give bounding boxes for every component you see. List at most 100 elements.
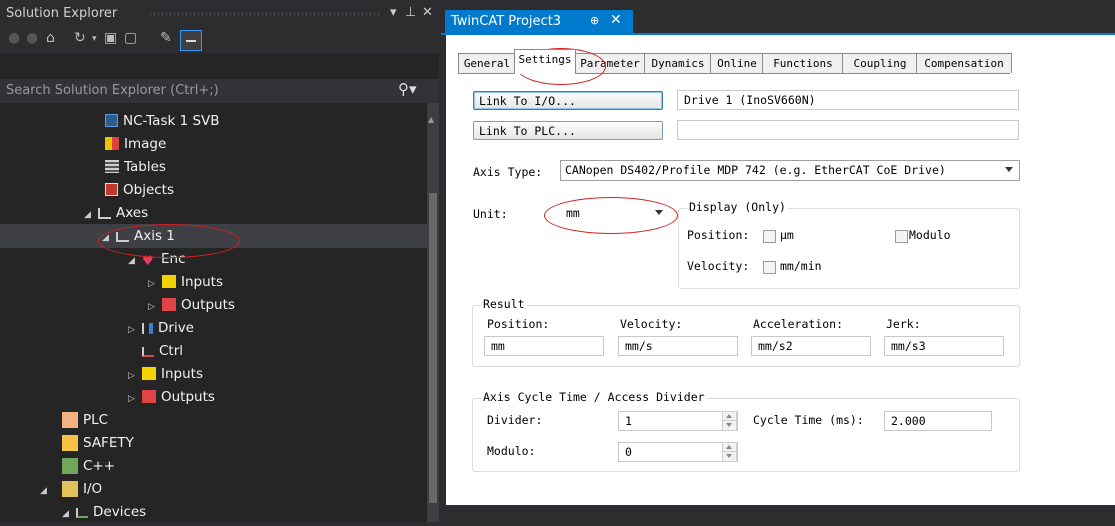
tree-item-plc[interactable]: PLC bbox=[62, 409, 108, 432]
cycle-time-group: Axis Cycle Time / Access Divider bbox=[472, 390, 1020, 472]
tab-compensation[interactable]: Compensation bbox=[916, 53, 1012, 73]
pin-icon[interactable]: ⊕ bbox=[590, 14, 599, 27]
tree-item-axes[interactable]: ◢ Axes bbox=[84, 202, 148, 225]
tree-item-label: Ctrl bbox=[159, 343, 184, 359]
annotation-ellipse-axis bbox=[98, 224, 240, 258]
tree-item-cpp[interactable]: C++ bbox=[62, 455, 115, 478]
tree-item-io[interactable]: ◢ I/O bbox=[40, 478, 102, 501]
scrollbar-thumb[interactable] bbox=[429, 193, 437, 503]
document-tab-title: TwinCAT Project3 bbox=[451, 14, 562, 29]
close-tab-icon[interactable]: ✕ bbox=[610, 12, 622, 28]
properties-icon[interactable]: ✎ bbox=[160, 30, 172, 46]
document-tab[interactable]: TwinCAT Project3 ⊕ ✕ bbox=[445, 10, 633, 33]
modulo-field-label: Modulo: bbox=[487, 444, 536, 458]
io-icon bbox=[62, 481, 78, 497]
tab-functions[interactable]: Functions bbox=[762, 53, 844, 73]
expand-arrow-icon[interactable]: ▷ bbox=[148, 296, 162, 319]
spin-down-icon[interactable] bbox=[722, 451, 737, 462]
axis-type-value: CANopen DS402/Profile MDP 742 (e.g. Ethe… bbox=[565, 163, 946, 177]
tree-item-objects[interactable]: Objects bbox=[105, 179, 174, 202]
collapse-arrow-icon[interactable]: ◢ bbox=[40, 480, 62, 503]
expand-arrow-icon[interactable]: ▷ bbox=[128, 319, 142, 342]
tab-general[interactable]: General bbox=[458, 53, 516, 73]
back-icon[interactable]: ● bbox=[8, 30, 20, 46]
tree-item-label: Devices bbox=[93, 504, 147, 520]
divider-label: Divider: bbox=[487, 413, 543, 427]
divider-spinner[interactable] bbox=[722, 411, 737, 431]
position-um-checkbox[interactable] bbox=[763, 230, 776, 243]
titlebar-grip bbox=[150, 12, 380, 16]
outputs-icon bbox=[162, 298, 176, 311]
modulo-input[interactable]: 0 bbox=[618, 442, 738, 462]
result-acceleration-unit: mm/s2 bbox=[751, 336, 871, 356]
result-position-unit: mm bbox=[484, 336, 604, 356]
close-icon[interactable]: ✕ bbox=[422, 5, 433, 20]
tree-item-label: Drive bbox=[158, 320, 194, 336]
solution-explorer-toolbar: ● ● ⌂ ↻ ▾ ▣ ▢ ✎ bbox=[0, 27, 439, 53]
history-dropdown-icon[interactable]: ▾ bbox=[92, 34, 97, 44]
modulo-checkbox[interactable] bbox=[895, 230, 908, 243]
tree-item-enc-inputs[interactable]: ▷ Inputs bbox=[148, 271, 223, 294]
collapse-arrow-icon[interactable]: ◢ bbox=[84, 204, 98, 227]
tree-item-safety[interactable]: SAFETY bbox=[62, 432, 134, 455]
tree-item-outputs[interactable]: ▷ Outputs bbox=[128, 386, 215, 409]
forward-icon[interactable]: ● bbox=[26, 30, 38, 46]
axes-icon bbox=[98, 208, 111, 219]
expand-arrow-icon[interactable]: ▷ bbox=[148, 273, 162, 296]
solution-explorer-panel: Solution Explorer ▾ ⊥ ✕ ● ● ⌂ ↻ ▾ ▣ ▢ ✎ … bbox=[0, 0, 439, 522]
tree-item-label: C++ bbox=[83, 458, 116, 474]
tree-item-label: Outputs bbox=[161, 389, 215, 405]
tree-item-label: Objects bbox=[123, 182, 175, 198]
scroll-up-icon[interactable]: ▲ bbox=[428, 115, 434, 124]
expand-arrow-icon[interactable]: ▷ bbox=[128, 388, 142, 411]
tree-item-devices[interactable]: ◢ Devices bbox=[62, 501, 146, 524]
tree-item-nc-task[interactable]: NC-Task 1 SVB bbox=[105, 110, 220, 133]
spin-down-icon[interactable] bbox=[722, 420, 737, 431]
tab-dynamics[interactable]: Dynamics bbox=[644, 53, 712, 73]
preview-toggle-icon[interactable] bbox=[180, 30, 202, 51]
tree-item-image[interactable]: Image bbox=[105, 133, 166, 156]
tree-scrollbar[interactable]: ▲ bbox=[427, 103, 439, 522]
modulo-spinner[interactable] bbox=[722, 442, 737, 462]
document-bottom-bar bbox=[441, 505, 1115, 522]
tab-settings[interactable]: Settings bbox=[514, 49, 576, 74]
result-jerk-unit: mm/s3 bbox=[884, 336, 1004, 356]
tab-online[interactable]: Online bbox=[710, 53, 764, 73]
cycle-time-group-caption: Axis Cycle Time / Access Divider bbox=[481, 390, 707, 404]
expand-arrow-icon[interactable]: ▷ bbox=[128, 365, 142, 388]
search-icon[interactable]: ⚲▾ bbox=[398, 80, 417, 98]
tree-item-label: Tables bbox=[124, 159, 166, 175]
divider-input[interactable]: 1 bbox=[618, 411, 738, 431]
home-icon[interactable]: ⌂ bbox=[46, 30, 55, 46]
drive-icon bbox=[142, 323, 153, 334]
copy-icon[interactable]: ▢ bbox=[124, 30, 137, 46]
safety-icon bbox=[62, 435, 78, 451]
tab-coupling[interactable]: Coupling bbox=[842, 53, 918, 73]
history-icon[interactable]: ↻ bbox=[74, 30, 86, 46]
tree-item-ctrl[interactable]: Ctrl bbox=[142, 340, 183, 363]
velocity-mm-min-checkbox[interactable] bbox=[763, 261, 776, 274]
link-to-io-button[interactable]: Link To I/O... bbox=[473, 91, 663, 110]
tree-item-label: Outputs bbox=[181, 297, 235, 313]
display-group: Display (Only) Position: μm Modulo Veloc… bbox=[678, 200, 1020, 289]
collapse-all-icon[interactable]: ▣ bbox=[104, 30, 117, 46]
unit-label: Unit: bbox=[473, 207, 508, 221]
search-input[interactable]: Search Solution Explorer (Ctrl+;) bbox=[6, 83, 219, 98]
axis-type-select[interactable]: CANopen DS402/Profile MDP 742 (e.g. Ethe… bbox=[560, 160, 1020, 181]
tree-item-label: Axes bbox=[116, 205, 149, 221]
solution-explorer-titlebar: Solution Explorer ▾ ⊥ ✕ bbox=[0, 0, 439, 27]
tree-item-label: SAFETY bbox=[83, 435, 134, 451]
tables-icon bbox=[105, 160, 119, 173]
panel-dropdown-icon[interactable]: ▾ bbox=[390, 5, 397, 20]
pin-icon[interactable]: ⊥ bbox=[405, 5, 416, 20]
dropdown-arrow-icon[interactable] bbox=[1005, 167, 1013, 172]
tree-item-tables[interactable]: Tables bbox=[105, 156, 166, 179]
tree-item-inputs[interactable]: ▷ Inputs bbox=[128, 363, 203, 386]
search-solution-explorer[interactable]: Search Solution Explorer (Ctrl+;) ⚲▾ bbox=[0, 79, 439, 103]
tree-item-drive[interactable]: ▷ Drive bbox=[128, 317, 194, 340]
position-um-label: μm bbox=[780, 228, 794, 242]
tree-item-label: Image bbox=[124, 136, 167, 152]
collapse-arrow-icon[interactable]: ◢ bbox=[62, 503, 76, 526]
tree-item-enc-outputs[interactable]: ▷ Outputs bbox=[148, 294, 235, 317]
link-to-plc-button[interactable]: Link To PLC... bbox=[473, 121, 663, 140]
